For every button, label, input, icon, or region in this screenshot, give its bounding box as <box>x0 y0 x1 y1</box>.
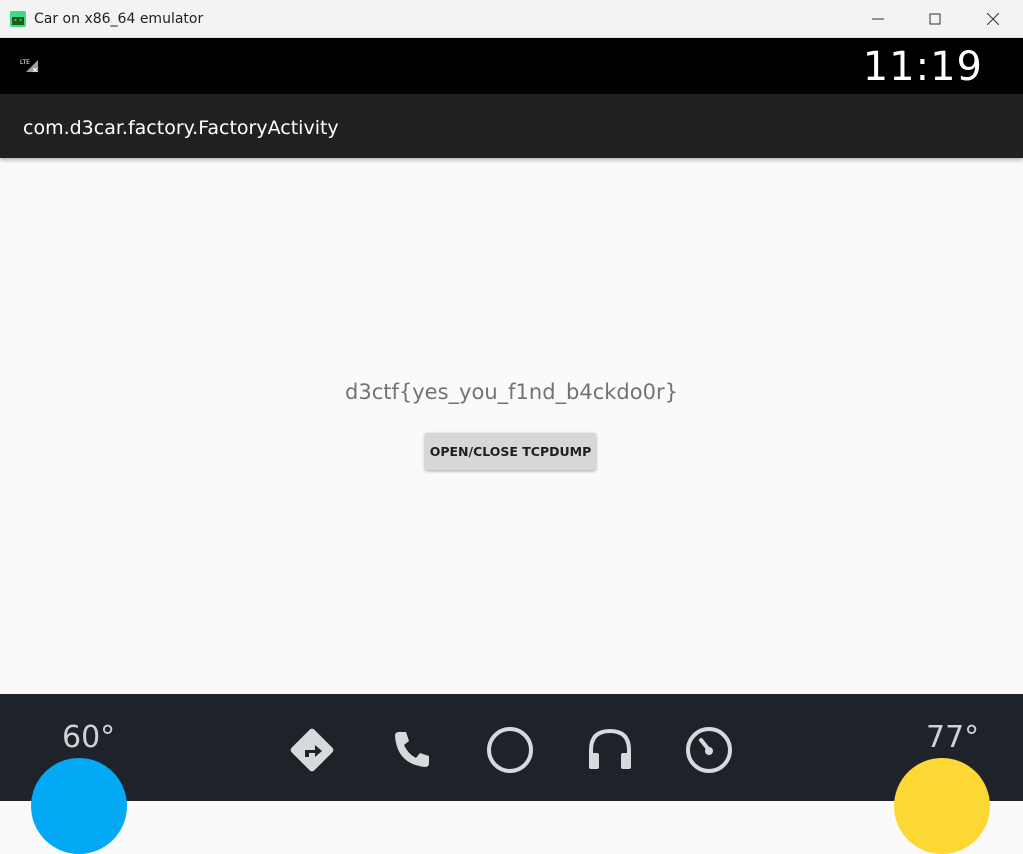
home-icon[interactable] <box>484 724 536 776</box>
dashboard-icon[interactable] <box>683 724 735 776</box>
window-title: Car on x86_64 emulator <box>34 11 204 27</box>
android-emulator-icon <box>10 11 26 27</box>
status-clock: 11:19 <box>862 44 983 90</box>
tcpdump-toggle-button[interactable]: OPEN/CLOSE TCPDUMP <box>425 433 596 470</box>
close-button[interactable] <box>964 0 1022 38</box>
app-bar-title: com.d3car.factory.FactoryActivity <box>23 117 339 139</box>
navigation-icon[interactable] <box>286 724 338 776</box>
phone-icon[interactable] <box>385 724 437 776</box>
flag-text: d3ctf{yes_you_f1nd_b4ckdo0r} <box>345 380 678 404</box>
passenger-temperature[interactable]: 77° <box>926 720 979 755</box>
driver-climate-knob[interactable] <box>31 758 127 854</box>
maximize-icon <box>929 13 941 25</box>
close-icon <box>987 13 999 25</box>
minimize-button[interactable] <box>849 0 907 38</box>
passenger-climate-knob[interactable] <box>894 758 990 854</box>
window-title-bar: Car on x86_64 emulator <box>0 0 1023 38</box>
lte-signal-icon: LTE <box>20 59 38 73</box>
headphones-icon[interactable] <box>584 724 636 776</box>
minimize-icon <box>872 18 884 20</box>
driver-temperature[interactable]: 60° <box>62 720 115 755</box>
network-label: LTE <box>20 59 30 66</box>
maximize-button[interactable] <box>906 0 964 38</box>
